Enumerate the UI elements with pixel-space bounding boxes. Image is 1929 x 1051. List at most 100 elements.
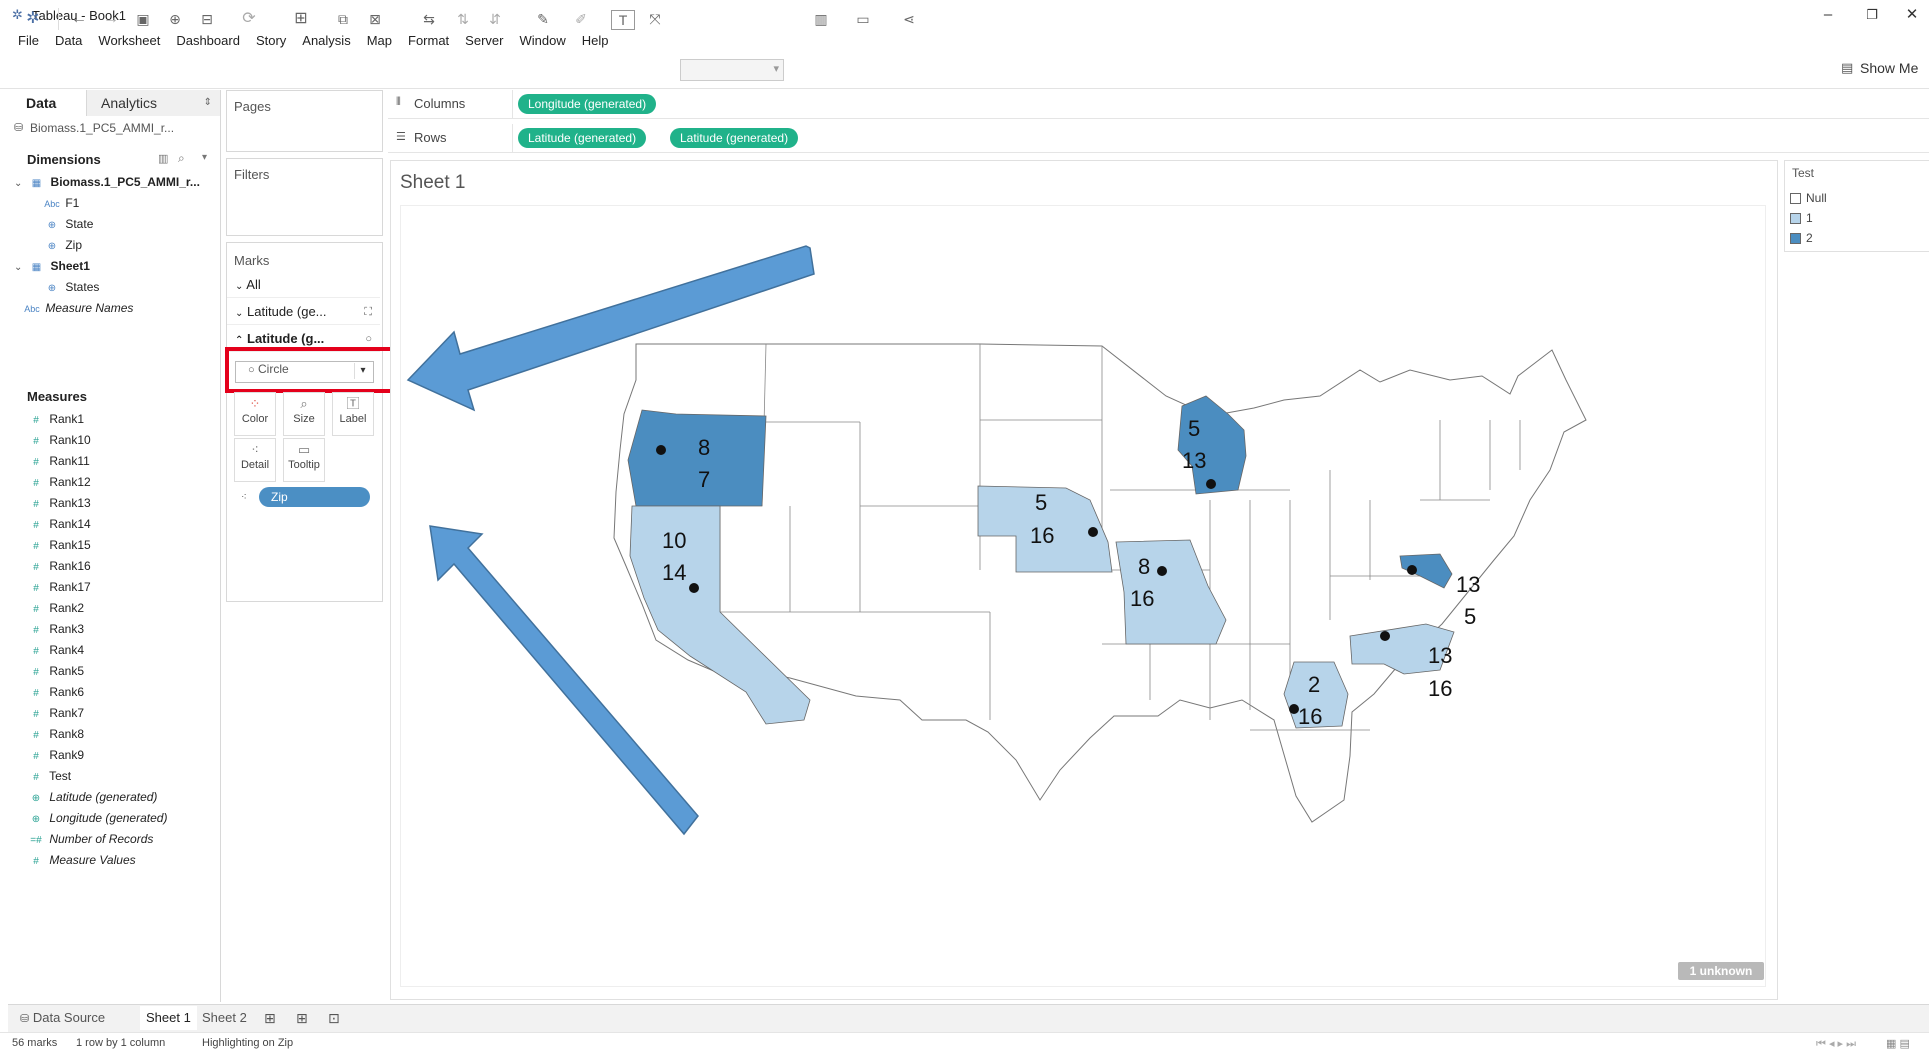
new-data-source-icon[interactable]: ⊕ <box>164 8 186 30</box>
zip-point[interactable] <box>1407 565 1417 575</box>
new-story-icon[interactable]: ⊡ <box>322 1006 346 1030</box>
legend-item-2[interactable]: 2 <box>1790 228 1827 248</box>
color-button[interactable]: ⁘ Color <box>234 392 276 436</box>
marks-all[interactable]: ⌄ All <box>227 272 380 298</box>
measure-rank4[interactable]: # Rank4 <box>26 640 216 661</box>
zip-point[interactable] <box>1380 631 1390 641</box>
dimensions-menu-icon[interactable]: ▾ <box>202 152 207 163</box>
field-measure-names[interactable]: Abc Measure Names <box>14 298 214 319</box>
clear-sheet-icon[interactable]: ⊠ <box>364 8 386 30</box>
rows-pill-latitude-2[interactable]: Latitude (generated) <box>670 128 799 148</box>
dimension-group[interactable]: ⌄ ▦ Biomass.1_PC5_AMMI_r... <box>14 172 214 193</box>
sheet-navigation-icon[interactable]: ⏮ ◂ ▸ ⏭ <box>1816 1037 1856 1051</box>
new-worksheet-icon[interactable]: ⊞ <box>290 8 312 30</box>
measure-rank9[interactable]: # Rank9 <box>26 745 216 766</box>
search-icon[interactable]: ⌕ <box>178 151 185 166</box>
menu-help[interactable]: Help <box>574 30 617 52</box>
measure-rank6[interactable]: # Rank6 <box>26 682 216 703</box>
save-icon[interactable]: ▣ <box>132 8 154 30</box>
data-source-name[interactable]: Biomass.1_PC5_AMMI_r... <box>30 121 174 135</box>
measure-longitude-generated[interactable]: ⊕ Longitude (generated) <box>26 808 216 829</box>
label-button[interactable]: 🅃 Label <box>332 392 374 436</box>
sheet-tab-1[interactable]: Sheet 1 <box>140 1006 197 1030</box>
measure-rank2[interactable]: # Rank2 <box>26 598 216 619</box>
measure-number-of-records[interactable]: =# Number of Records <box>26 829 216 850</box>
highlight-icon[interactable]: ✎ <box>532 8 554 30</box>
menu-story[interactable]: Story <box>248 30 294 52</box>
sheet-tab-2[interactable]: Sheet 2 <box>196 1006 253 1030</box>
columns-shelf[interactable]: ⦀ Columns Longitude (generated) <box>388 90 1929 119</box>
new-sheet-icon[interactable]: ⊞ <box>258 1006 282 1030</box>
legend-item-null[interactable]: Null <box>1790 188 1827 208</box>
measure-rank8[interactable]: # Rank8 <box>26 724 216 745</box>
menu-window[interactable]: Window <box>511 30 573 52</box>
data-source-tab[interactable]: ⛁ Data Source <box>14 1006 111 1030</box>
measure-rank12[interactable]: # Rank12 <box>26 472 216 493</box>
measure-rank3[interactable]: # Rank3 <box>26 619 216 640</box>
detail-button[interactable]: ⁖ Detail <box>234 438 276 482</box>
size-button[interactable]: ⌕ Size <box>283 392 325 436</box>
group-members-icon[interactable]: ✐ <box>570 8 592 30</box>
field-state[interactable]: ⊕ State <box>14 214 214 235</box>
tab-analytics[interactable]: Analytics ⇕ <box>86 90 220 116</box>
zip-point[interactable] <box>1088 527 1098 537</box>
unknown-badge[interactable]: 1 unknown <box>1678 962 1764 980</box>
filters-shelf[interactable]: Filters <box>226 158 383 236</box>
measure-rank11[interactable]: # Rank11 <box>26 451 216 472</box>
measure-rank1[interactable]: # Rank1 <box>26 409 216 430</box>
field-states[interactable]: ⊕ States <box>14 277 214 298</box>
measure-rank13[interactable]: # Rank13 <box>26 493 216 514</box>
rows-shelf[interactable]: ☰ Rows Latitude (generated) Latitude (ge… <box>388 124 1929 153</box>
close-icon[interactable]: ✕ <box>1892 4 1929 26</box>
show-me-button[interactable]: Show Me <box>1860 60 1918 76</box>
undo-icon[interactable]: ← <box>68 8 90 30</box>
zip-point[interactable] <box>1206 479 1216 489</box>
marks-layer-1[interactable]: ⌄ Latitude (ge... ⛶ <box>227 299 380 325</box>
field-zip[interactable]: ⊕ Zip <box>14 235 214 256</box>
tooltip-button[interactable]: ▭ Tooltip <box>283 438 325 482</box>
measure-rank5[interactable]: # Rank5 <box>26 661 216 682</box>
measure-rank10[interactable]: # Rank10 <box>26 430 216 451</box>
columns-pill-longitude[interactable]: Longitude (generated) <box>518 94 657 114</box>
menu-map[interactable]: Map <box>359 30 400 52</box>
measure-rank15[interactable]: # Rank15 <box>26 535 216 556</box>
menu-file[interactable]: File <box>0 30 47 52</box>
share-icon[interactable]: ⋖ <box>898 8 920 30</box>
pages-shelf[interactable]: Pages <box>226 90 383 152</box>
menu-analysis[interactable]: Analysis <box>294 30 358 52</box>
measure-rank16[interactable]: # Rank16 <box>26 556 216 577</box>
show-cards-icon[interactable]: ▥ <box>810 8 832 30</box>
legend-item-1[interactable]: 1 <box>1790 208 1827 228</box>
field-f1[interactable]: Abc F1 <box>14 193 214 214</box>
swap-rows-columns-icon[interactable]: ⇆ <box>418 8 440 30</box>
duplicate-sheet-icon[interactable]: ⧉ <box>332 8 354 30</box>
menu-dashboard[interactable]: Dashboard <box>168 30 248 52</box>
show-mark-labels-icon[interactable]: T <box>611 10 635 30</box>
measure-rank17[interactable]: # Rank17 <box>26 577 216 598</box>
sort-descending-icon[interactable]: ⇵ <box>484 8 506 30</box>
tab-data[interactable]: Data <box>8 90 86 116</box>
redo-icon[interactable]: → <box>100 8 122 30</box>
measure-latitude-generated[interactable]: ⊕ Latitude (generated) <box>26 787 216 808</box>
measure-test[interactable]: # Test <box>26 766 216 787</box>
fix-axes-icon[interactable]: ⤧ <box>644 8 666 30</box>
presentation-mode-icon[interactable]: ▭ <box>852 8 874 30</box>
minimize-icon[interactable]: – <box>1808 4 1848 26</box>
menu-worksheet[interactable]: Worksheet <box>90 30 168 52</box>
sheet-sorter-icon[interactable]: ▦ ▤ <box>1886 1037 1910 1050</box>
detail-pill-zip[interactable]: Zip <box>259 487 370 507</box>
measure-rank14[interactable]: # Rank14 <box>26 514 216 535</box>
rows-pill-latitude-1[interactable]: Latitude (generated) <box>518 128 647 148</box>
new-dashboard-icon[interactable]: ⊞ <box>290 1006 314 1030</box>
dimension-group[interactable]: ⌄ ▦ Sheet1 <box>14 256 214 277</box>
measure-measure-values[interactable]: # Measure Values <box>26 850 216 871</box>
measure-rank7[interactable]: # Rank7 <box>26 703 216 724</box>
fit-select[interactable] <box>680 59 784 81</box>
view-grid-icon[interactable]: ▥ <box>158 152 168 165</box>
refresh-icon[interactable]: ⟳ <box>238 8 260 30</box>
menu-format[interactable]: Format <box>400 30 457 52</box>
restore-icon[interactable]: ❐ <box>1852 4 1892 26</box>
menu-server[interactable]: Server <box>457 30 511 52</box>
sort-ascending-icon[interactable]: ⇅ <box>452 8 474 30</box>
tableau-home-icon[interactable]: ✲ <box>22 8 44 30</box>
